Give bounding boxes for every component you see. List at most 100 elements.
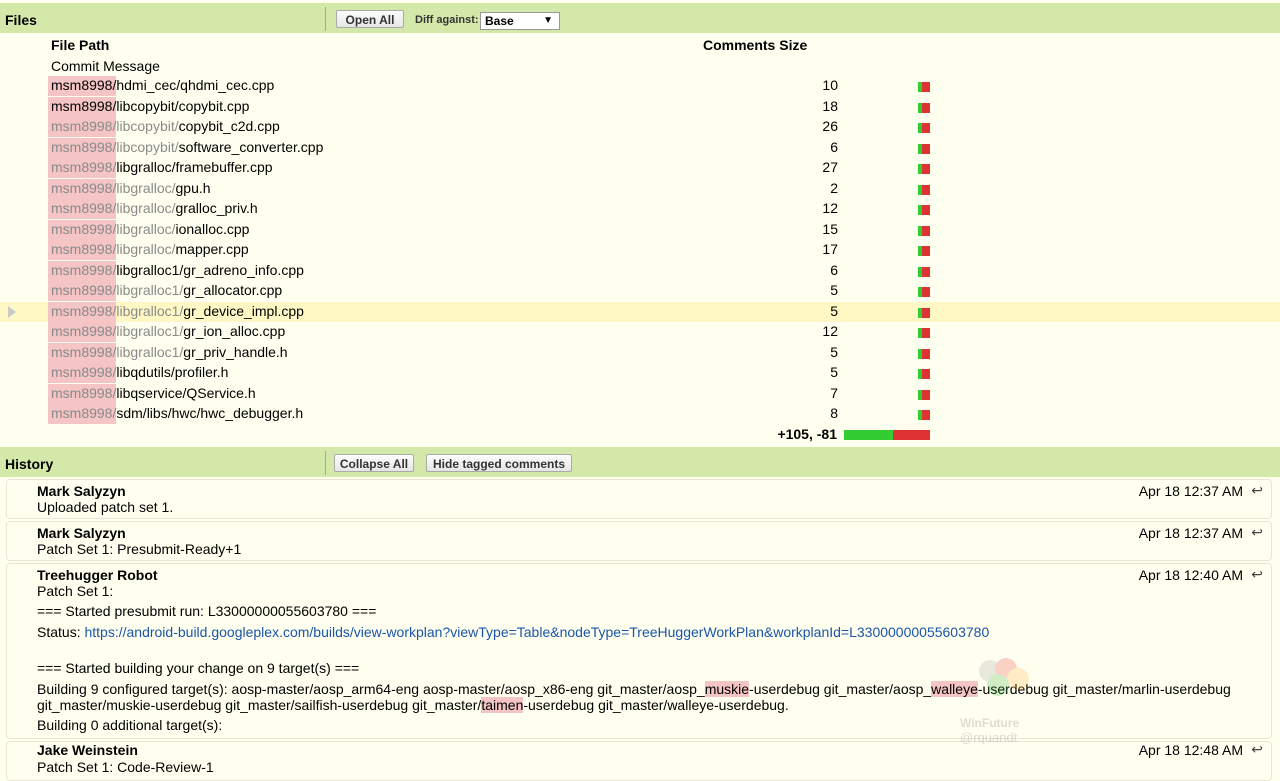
file-path-prefix: msm8998/ bbox=[51, 343, 117, 360]
file-path-link[interactable]: msm8998/libgralloc1/gr_priv_handle.h bbox=[51, 344, 288, 360]
file-size-bar bbox=[918, 266, 930, 277]
file-path-name: gr_allocator.cpp bbox=[183, 282, 283, 298]
history-message[interactable]: Jake Weinstein Apr 18 12:48 AM ↩ Patch S… bbox=[6, 741, 1272, 781]
file-row[interactable]: msm8998/hdmi_cec/qhdmi_cec.cpp 10 bbox=[0, 76, 1280, 96]
file-path-prefix: msm8998/ bbox=[51, 384, 117, 401]
diff-against-label: Diff against: bbox=[415, 14, 479, 26]
file-path-link[interactable]: msm8998/libgralloc/framebuffer.cpp bbox=[51, 159, 273, 175]
file-row[interactable]: msm8998/libgralloc1/gr_priv_handle.h 5 bbox=[0, 342, 1280, 363]
file-row[interactable]: msm8998/libgralloc/ionalloc.cpp 15 bbox=[0, 219, 1280, 240]
message-text: Patch Set 1: bbox=[37, 583, 114, 599]
diff-against-select[interactable]: Base ▼ bbox=[480, 12, 560, 30]
workplan-link[interactable]: https://android-build.googleplex.com/bui… bbox=[84, 624, 989, 640]
file-size-bar bbox=[918, 369, 930, 379]
status-label: Status: bbox=[37, 624, 81, 640]
file-path-name: libqservice/QService.h bbox=[116, 384, 256, 401]
file-path-link[interactable]: msm8998/libgralloc/mapper.cpp bbox=[51, 241, 249, 257]
file-size-bar bbox=[918, 205, 930, 215]
file-path-prefix: msm8998/ bbox=[51, 282, 117, 298]
file-path-dir: libgralloc/ bbox=[116, 200, 176, 216]
file-path-link[interactable]: msm8998/libqservice/QService.h bbox=[51, 385, 256, 401]
file-row[interactable]: msm8998/libqservice/QService.h 7 bbox=[0, 383, 1280, 404]
file-path-prefix: msm8998/ bbox=[51, 405, 117, 421]
collapse-all-button[interactable]: Collapse All bbox=[334, 454, 414, 472]
reply-icon[interactable]: ↩ bbox=[1251, 741, 1263, 758]
file-path-dir: libgralloc1/ bbox=[116, 302, 184, 319]
file-row[interactable]: msm8998/libcopybit/copybit.cpp 18 bbox=[0, 96, 1280, 117]
file-row[interactable]: msm8998/sdm/libs/hwc/hwc_debugger.h 8 bbox=[0, 404, 1280, 424]
build-targets-line: git_master/muskie-userdebug git_master/s… bbox=[37, 697, 789, 713]
comment-count: 5 bbox=[830, 282, 838, 298]
file-path-dir: libgralloc1/ bbox=[116, 323, 184, 339]
reply-icon[interactable]: ↩ bbox=[1251, 566, 1263, 583]
file-path-link[interactable]: msm8998/libgralloc/gralloc_priv.h bbox=[51, 200, 258, 216]
build-text: git_master/muskie-userdebug git_master/s… bbox=[37, 697, 482, 713]
history-message[interactable]: Mark Salyzyn Apr 18 12:37 AM ↩ Patch Set… bbox=[6, 521, 1272, 561]
file-path-prefix: msm8998/ bbox=[51, 138, 117, 155]
file-size-bar bbox=[918, 143, 930, 154]
file-path-link[interactable]: msm8998/libgralloc1/gr_device_impl.cpp bbox=[51, 303, 304, 319]
diff-against-value: Base bbox=[485, 14, 514, 28]
file-path-name: sdm/libs/hwc/hwc_debugger.h bbox=[116, 405, 304, 421]
message-author: Jake Weinstein bbox=[37, 742, 138, 758]
history-message[interactable]: Mark Salyzyn Apr 18 12:37 AM ↩ Uploaded … bbox=[6, 479, 1272, 519]
message-author: Mark Salyzyn bbox=[37, 483, 126, 499]
file-path-link[interactable]: msm8998/sdm/libs/hwc/hwc_debugger.h bbox=[51, 405, 303, 421]
file-row[interactable]: msm8998/libqdutils/profiler.h 5 bbox=[0, 363, 1280, 383]
toolbar-divider bbox=[325, 7, 326, 31]
history-message[interactable]: Treehugger Robot Apr 18 12:40 AM ↩ Patch… bbox=[6, 563, 1272, 739]
file-path-dir: libgralloc/ bbox=[116, 179, 176, 196]
file-path-link[interactable]: msm8998/libgralloc/gpu.h bbox=[51, 180, 211, 196]
file-row[interactable]: msm8998/libgralloc1/gr_device_impl.cpp 5 bbox=[0, 301, 1280, 322]
files-section-header: Files Open All Diff against: Base ▼ bbox=[0, 3, 1280, 33]
comment-count: 27 bbox=[822, 159, 838, 175]
comment-count: 18 bbox=[822, 97, 838, 114]
highlighted-text: muskie bbox=[704, 681, 750, 697]
file-row[interactable]: msm8998/libgralloc/gpu.h 2 bbox=[0, 178, 1280, 199]
file-size-bar bbox=[918, 164, 930, 174]
message-text: Patch Set 1: Presubmit-Ready+1 bbox=[37, 541, 242, 557]
message-text: Patch Set 1: Code-Review-1 bbox=[37, 759, 214, 775]
file-path-prefix: msm8998/ bbox=[51, 118, 117, 134]
comment-count: 26 bbox=[822, 118, 838, 134]
removed-bar bbox=[922, 328, 930, 338]
file-path-link[interactable]: msm8998/libgralloc1/gr_adreno_info.cpp bbox=[51, 262, 304, 278]
file-row[interactable]: msm8998/libgralloc/framebuffer.cpp 27 bbox=[0, 158, 1280, 178]
hide-tagged-comments-button[interactable]: Hide tagged comments bbox=[426, 454, 572, 472]
comment-count: 5 bbox=[830, 364, 838, 380]
commit-message-link[interactable]: Commit Message bbox=[51, 58, 160, 74]
reply-icon[interactable]: ↩ bbox=[1251, 482, 1263, 499]
file-path-name: gr_device_impl.cpp bbox=[183, 302, 304, 319]
file-path-name: software_converter.cpp bbox=[178, 138, 324, 155]
file-path-dir: libcopybit/ bbox=[116, 138, 179, 155]
file-row[interactable]: msm8998/libcopybit/copybit_c2d.cpp 26 bbox=[0, 117, 1280, 137]
file-path-name: copybit_c2d.cpp bbox=[178, 118, 280, 134]
file-row[interactable]: msm8998/libgralloc1/gr_ion_alloc.cpp 12 bbox=[0, 322, 1280, 342]
file-row[interactable]: msm8998/libgralloc/gralloc_priv.h 12 bbox=[0, 199, 1280, 219]
file-row[interactable]: msm8998/libgralloc/mapper.cpp 17 bbox=[0, 240, 1280, 260]
file-path-link[interactable]: msm8998/libgralloc1/gr_ion_alloc.cpp bbox=[51, 323, 285, 339]
file-path-link[interactable]: msm8998/hdmi_cec/qhdmi_cec.cpp bbox=[51, 77, 274, 93]
message-author: Treehugger Robot bbox=[37, 567, 158, 583]
removed-bar bbox=[922, 369, 930, 379]
message-text: Uploaded patch set 1. bbox=[37, 499, 174, 515]
dropdown-arrow-icon: ▼ bbox=[543, 15, 553, 26]
file-path-link[interactable]: msm8998/libcopybit/copybit_c2d.cpp bbox=[51, 118, 280, 134]
file-path-link[interactable]: msm8998/libcopybit/software_converter.cp… bbox=[51, 139, 323, 155]
file-path-link[interactable]: msm8998/libqdutils/profiler.h bbox=[51, 364, 228, 380]
file-row[interactable]: msm8998/libgralloc1/gr_allocator.cpp 5 bbox=[0, 281, 1280, 301]
file-path-prefix: msm8998/ bbox=[51, 323, 117, 339]
highlighted-text: walleye bbox=[931, 681, 978, 697]
removed-bar bbox=[922, 184, 930, 195]
file-path-link[interactable]: msm8998/libcopybit/copybit.cpp bbox=[51, 98, 249, 114]
reply-icon[interactable]: ↩ bbox=[1251, 524, 1263, 541]
file-path-prefix: msm8998/ bbox=[51, 77, 117, 93]
file-row[interactable]: msm8998/libgralloc1/gr_adreno_info.cpp 6 bbox=[0, 260, 1280, 281]
file-path-link[interactable]: msm8998/libgralloc1/gr_allocator.cpp bbox=[51, 282, 282, 298]
comment-count: 12 bbox=[822, 200, 838, 216]
open-all-button[interactable]: Open All bbox=[336, 10, 404, 28]
file-row[interactable]: msm8998/libcopybit/software_converter.cp… bbox=[0, 137, 1280, 158]
file-path-link[interactable]: msm8998/libgralloc/ionalloc.cpp bbox=[51, 221, 249, 237]
message-text: === Started presubmit run: L330000000556… bbox=[37, 603, 377, 619]
file-size-bar bbox=[918, 348, 930, 359]
